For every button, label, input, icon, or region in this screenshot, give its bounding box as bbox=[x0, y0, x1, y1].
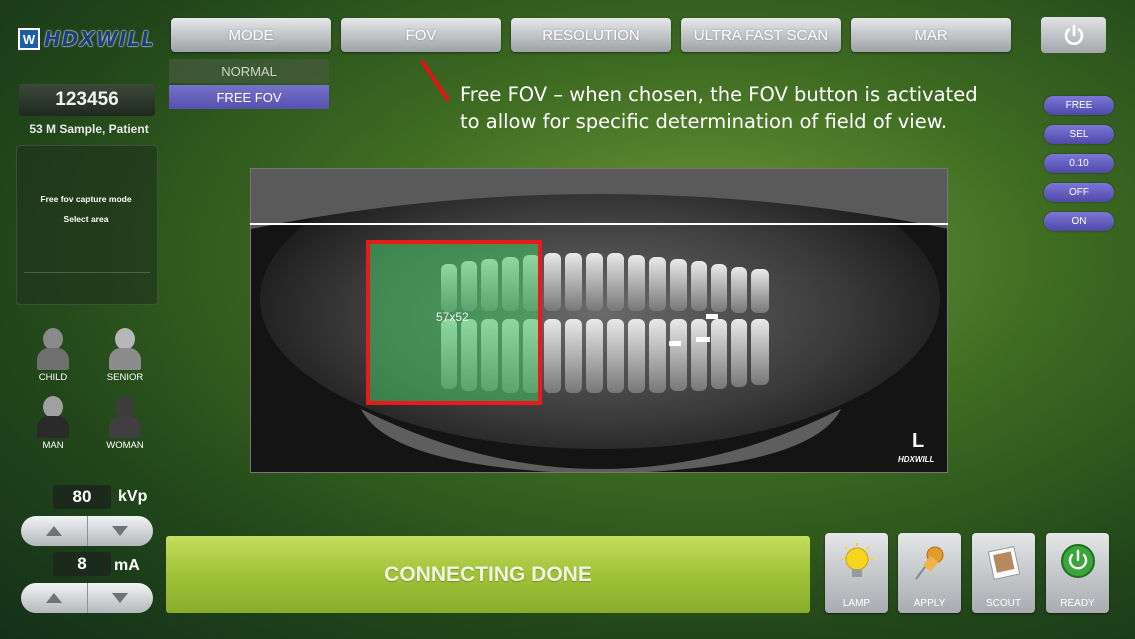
option-sel[interactable]: SEL bbox=[1044, 125, 1114, 144]
ultra-fast-scan-button[interactable]: ULTRA FAST SCAN bbox=[681, 18, 841, 52]
lightbulb-icon bbox=[841, 543, 873, 577]
annotation-line-1: Free FOV – when chosen, the FOV button i… bbox=[460, 83, 978, 106]
option-off[interactable]: OFF bbox=[1044, 183, 1114, 202]
logo-badge: W bbox=[18, 28, 40, 50]
arrow-down-icon bbox=[112, 593, 129, 603]
lamp-button[interactable]: LAMP bbox=[825, 533, 888, 613]
child-icon bbox=[36, 328, 70, 372]
xray-brand-watermark: HDXWILL bbox=[898, 455, 935, 464]
scout-label: SCOUT bbox=[986, 598, 1021, 609]
kvp-down-button[interactable] bbox=[86, 516, 154, 546]
side-marker: L bbox=[912, 430, 925, 452]
scout-button[interactable]: SCOUT bbox=[972, 533, 1035, 613]
kvp-up-button[interactable] bbox=[21, 516, 87, 546]
annotation-text: Free FOV – when chosen, the FOV button i… bbox=[460, 81, 1020, 135]
arrow-down-icon bbox=[112, 526, 129, 536]
power-button[interactable] bbox=[1041, 17, 1106, 53]
kvp-unit: kVp bbox=[118, 488, 148, 505]
patient-type-label: SENIOR bbox=[106, 372, 144, 383]
arrow-up-icon bbox=[45, 526, 62, 536]
apply-button[interactable]: APPLY bbox=[898, 533, 961, 613]
patient-type-child[interactable]: CHILD bbox=[23, 328, 83, 383]
mode-button[interactable]: MODE bbox=[171, 18, 331, 52]
patient-type-label: CHILD bbox=[38, 372, 68, 383]
ready-button[interactable]: READY bbox=[1046, 533, 1109, 613]
patient-type-woman[interactable]: WOMAN bbox=[95, 396, 155, 451]
ready-power-icon bbox=[1061, 544, 1095, 578]
apply-label: APPLY bbox=[913, 598, 946, 609]
info-panel bbox=[16, 145, 158, 305]
patient-info: 53 M Sample, Patient bbox=[29, 122, 149, 136]
info-panel-line-2: Select area bbox=[63, 214, 109, 224]
logo-text: HDXWILL bbox=[44, 27, 155, 51]
woman-icon bbox=[108, 396, 142, 440]
scan-reference-line bbox=[250, 223, 948, 225]
lamp-label: LAMP bbox=[842, 598, 871, 609]
patient-type-man[interactable]: MAN bbox=[23, 396, 83, 451]
ma-unit: mA bbox=[114, 557, 140, 574]
info-divider bbox=[24, 272, 150, 273]
mar-button[interactable]: MAR bbox=[851, 18, 1011, 52]
power-icon bbox=[1064, 24, 1083, 45]
patient-type-label: MAN bbox=[42, 440, 64, 451]
patient-type-senior[interactable]: SENIOR bbox=[95, 328, 155, 383]
option-resolution-value[interactable]: 0.10 bbox=[1044, 154, 1114, 173]
ma-up-button[interactable] bbox=[21, 583, 87, 613]
man-icon bbox=[36, 396, 70, 440]
fov-size-label: 57x52 bbox=[436, 310, 469, 324]
info-panel-line-1: Free fov capture mode bbox=[40, 194, 132, 204]
kvp-stepper bbox=[21, 516, 153, 546]
xray-drawing bbox=[251, 169, 947, 472]
ready-label: READY bbox=[1060, 598, 1095, 609]
panoramic-xray-image[interactable] bbox=[250, 168, 948, 473]
patient-id: 123456 bbox=[19, 84, 155, 116]
annotation-pointer bbox=[420, 59, 451, 102]
ma-down-button[interactable] bbox=[86, 583, 154, 613]
kvp-value: 80 bbox=[53, 485, 111, 509]
arrow-up-icon bbox=[45, 593, 62, 603]
fov-button[interactable]: FOV bbox=[341, 18, 501, 52]
mode-option-free-fov[interactable]: FREE FOV bbox=[169, 85, 329, 109]
senior-icon bbox=[108, 328, 142, 372]
ma-value: 8 bbox=[53, 552, 111, 576]
option-free[interactable]: FREE bbox=[1044, 96, 1114, 115]
scout-image-icon bbox=[987, 546, 1021, 580]
annotation-line-2: to allow for specific determination of f… bbox=[460, 110, 948, 133]
resolution-button[interactable]: RESOLUTION bbox=[511, 18, 671, 52]
option-on[interactable]: ON bbox=[1044, 212, 1114, 231]
hdxwill-logo: W HDXWILL bbox=[18, 26, 155, 52]
mode-option-normal[interactable]: NORMAL bbox=[169, 59, 329, 83]
pushpin-icon bbox=[915, 546, 944, 580]
status-bar: CONNECTING DONE bbox=[166, 536, 810, 613]
patient-type-label: WOMAN bbox=[106, 440, 144, 451]
ma-stepper bbox=[21, 583, 153, 613]
